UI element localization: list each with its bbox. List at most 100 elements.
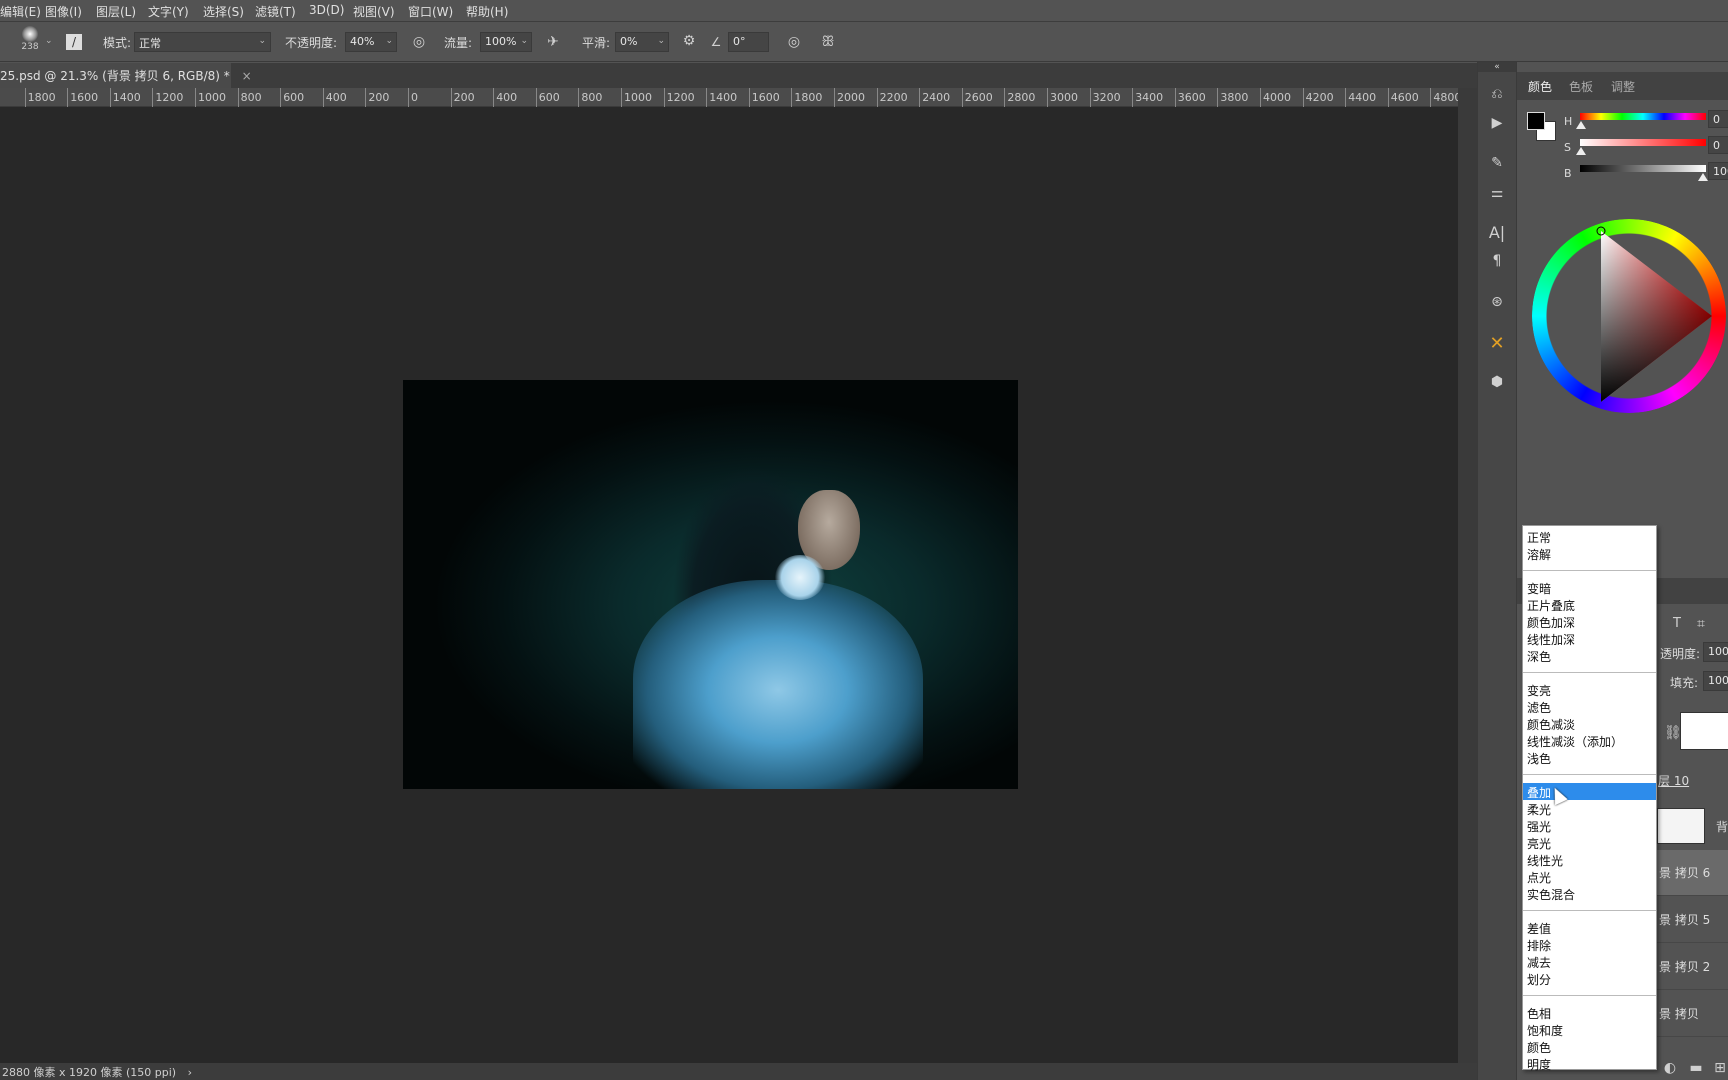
actions-play-icon[interactable]: ▶ (1488, 115, 1506, 131)
saturation-slider[interactable] (1580, 139, 1706, 146)
filter-shape-icon[interactable]: ⌗ (1694, 616, 1708, 632)
history-icon[interactable]: ⎌ (1488, 86, 1506, 102)
layer-name-10[interactable]: 层 10 (1658, 772, 1689, 789)
layer-thumbnail[interactable] (1657, 808, 1705, 844)
document-image[interactable] (403, 380, 1018, 789)
layer-row[interactable]: 景 拷贝 6 (1657, 850, 1728, 896)
flow-input[interactable]: 100% ⌄ (480, 32, 532, 52)
brush-presets-icon[interactable]: ⚌ (1488, 185, 1506, 201)
blend-mode-option[interactable]: 亮光 (1523, 834, 1656, 851)
adjustment-layer-icon[interactable]: ◐ (1662, 1060, 1678, 1076)
mode-select[interactable]: 正常 ⌄ (134, 32, 271, 52)
menu-item[interactable]: 窗口(W) (408, 3, 453, 20)
ruler-tick-label: 3000 (1047, 88, 1078, 107)
saturation-value[interactable]: 0 (1708, 136, 1728, 154)
document-tab[interactable]: 25.psd @ 21.3% (背景 拷贝 6, RGB/8) * × (0, 63, 252, 88)
blend-mode-option[interactable]: 强光 (1523, 817, 1656, 834)
foreground-color-swatch[interactable] (1527, 112, 1545, 130)
close-icon[interactable]: × (242, 69, 252, 83)
blend-mode-option[interactable]: 线性减淡（添加） (1523, 732, 1656, 749)
hue-slider-handle[interactable] (1576, 121, 1586, 129)
symmetry-butterfly-icon[interactable]: ꕥ (819, 34, 837, 50)
menu-item[interactable]: 选择(S) (203, 3, 244, 20)
blend-mode-option[interactable]: 色相 (1523, 1004, 1656, 1021)
link-icon[interactable]: ⛓ (1664, 725, 1682, 741)
blend-mode-option[interactable]: 颜色 (1523, 1038, 1656, 1055)
blend-mode-option[interactable]: 正常 (1523, 528, 1656, 545)
blend-mode-option[interactable]: 划分 (1523, 970, 1656, 987)
blend-mode-option[interactable]: 线性光 (1523, 851, 1656, 868)
blend-mode-option[interactable]: 点光 (1523, 868, 1656, 885)
vertical-scrollbar[interactable] (1458, 88, 1477, 1063)
menu-item[interactable]: 视图(V) (353, 3, 395, 20)
character-icon[interactable]: A| (1488, 225, 1506, 241)
blend-mode-option[interactable]: 颜色加深 (1523, 613, 1656, 630)
tab-swatches[interactable]: 色板 (1569, 78, 1593, 95)
brush-panel-toggle-icon[interactable]: / (66, 34, 82, 50)
chevron-down-icon[interactable]: ⌄ (45, 36, 53, 46)
tab-adjustments[interactable]: 调整 (1611, 78, 1635, 95)
filter-type-icon[interactable]: T (1670, 616, 1684, 632)
menu-item[interactable]: 图像(I) (45, 3, 82, 20)
layer-mask-thumbnail[interactable] (1680, 712, 1728, 750)
paragraph-icon[interactable]: ¶ (1488, 253, 1506, 269)
ruler-tick-label: 4000 (1260, 88, 1291, 107)
status-menu-arrow[interactable]: › (188, 1066, 192, 1079)
collapse-panels-icon[interactable]: « (1478, 62, 1516, 72)
hue-value[interactable]: 0 (1708, 110, 1728, 128)
blend-mode-option[interactable]: 变亮 (1523, 681, 1656, 698)
menu-item[interactable]: 图层(L) (96, 3, 136, 20)
tab-color[interactable]: 颜色 (1528, 78, 1552, 95)
blend-mode-option[interactable]: 减去 (1523, 953, 1656, 970)
gear-icon[interactable]: ⚙ (680, 33, 698, 49)
ruler-tick-label: 200 (450, 88, 475, 107)
color-wheel[interactable] (1517, 200, 1728, 440)
new-layer-icon[interactable]: ⊞ (1712, 1060, 1728, 1076)
blend-mode-option[interactable]: 明度 (1523, 1055, 1656, 1072)
menu-item[interactable]: 编辑(E) (0, 3, 41, 20)
fill-input[interactable]: 100% (1703, 671, 1728, 691)
blend-mode-option[interactable]: 排除 (1523, 936, 1656, 953)
blend-mode-option[interactable]: 颜色减淡 (1523, 715, 1656, 732)
hue-slider[interactable] (1580, 113, 1706, 120)
new-group-icon[interactable]: ▬ (1688, 1060, 1704, 1076)
opacity-input[interactable]: 40% ⌄ (345, 32, 397, 52)
blend-mode-option[interactable]: 滤色 (1523, 698, 1656, 715)
airbrush-icon[interactable]: ✈ (544, 34, 562, 50)
blend-mode-option[interactable]: 正片叠底 (1523, 596, 1656, 613)
clone-source-icon[interactable]: ⊛ (1488, 294, 1506, 310)
layer-opacity-input[interactable]: 100% (1703, 642, 1728, 662)
tool-presets-icon[interactable]: ✕ (1488, 335, 1506, 353)
layer-row[interactable]: 景 拷贝 5 (1657, 897, 1728, 943)
smoothing-value: 0% (620, 35, 638, 48)
blend-mode-option[interactable]: 叠加 (1523, 783, 1656, 800)
blend-mode-option[interactable]: 柔光 (1523, 800, 1656, 817)
blend-mode-option[interactable]: 饱和度 (1523, 1021, 1656, 1038)
blend-mode-option[interactable]: 深色 (1523, 647, 1656, 664)
menu-item[interactable]: 滤镜(T) (255, 3, 296, 20)
smoothing-input[interactable]: 0% ⌄ (615, 32, 669, 52)
blend-mode-option[interactable]: 变暗 (1523, 579, 1656, 596)
brush-settings-icon[interactable]: ✎ (1488, 155, 1506, 171)
pressure-size-icon[interactable]: ◎ (785, 34, 803, 50)
blend-mode-option[interactable]: 线性加深 (1523, 630, 1656, 647)
menu-separator (1523, 664, 1656, 681)
brush-preset-picker[interactable]: 238 (18, 26, 42, 60)
blend-mode-option[interactable]: 实色混合 (1523, 885, 1656, 902)
brightness-slider[interactable] (1580, 165, 1706, 172)
brightness-value[interactable]: 100 (1708, 162, 1728, 180)
pressure-opacity-icon[interactable]: ◎ (410, 34, 428, 50)
layer-row[interactable]: 景 拷贝 2 (1657, 944, 1728, 990)
menu-item[interactable]: 3D(D) (309, 3, 344, 17)
brightness-slider-handle[interactable] (1698, 173, 1708, 181)
blend-mode-option[interactable]: 溶解 (1523, 545, 1656, 562)
blend-mode-option[interactable]: 浅色 (1523, 749, 1656, 766)
3d-icon[interactable]: ⬢ (1488, 374, 1506, 390)
blend-mode-option[interactable]: 差值 (1523, 919, 1656, 936)
menu-item[interactable]: 帮助(H) (466, 3, 508, 20)
layer-row[interactable]: 景 拷贝 (1657, 991, 1728, 1037)
saturation-slider-handle[interactable] (1576, 147, 1586, 155)
menu-item[interactable]: 文字(Y) (148, 3, 189, 20)
brush-size: 238 (21, 42, 39, 52)
angle-input[interactable]: 0° (728, 32, 769, 52)
